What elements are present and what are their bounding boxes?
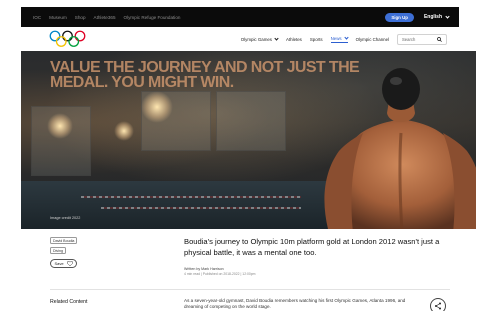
nav-item-athletes[interactable]: Athletes: [286, 37, 302, 42]
hero-image: Value the journey and not just the medal…: [21, 51, 476, 229]
article-headline: Boudia's journey to Olympic 10m platform…: [184, 237, 440, 257]
nav-item-label: Olympic Channel: [355, 36, 389, 42]
utility-links: IOC Museum Shop Athlete365 Olympic Refug…: [33, 15, 385, 20]
chevron-down-icon: [445, 13, 450, 19]
language-selector[interactable]: English: [423, 13, 450, 20]
share-button[interactable]: [430, 298, 446, 311]
tag-diving[interactable]: Diving: [50, 247, 66, 254]
article-meta: 4 min read | Published on 2018-2022 | 12…: [184, 272, 256, 276]
nav-items: Olympic Games Athletes Sports News Olymp…: [240, 33, 447, 45]
article-body: As a seven-year-old gymnast, David Boudi…: [184, 298, 406, 310]
ceiling-light: [141, 91, 173, 123]
nav-item-olympic-channel[interactable]: Olympic Channel: [356, 37, 389, 42]
section-divider: [50, 289, 450, 290]
hero-title: Value the journey and not just the medal…: [50, 59, 360, 91]
nav-item-olympic-games[interactable]: Olympic Games: [240, 35, 279, 42]
search-input[interactable]: Search: [397, 33, 447, 45]
utility-link-ioc[interactable]: IOC: [33, 15, 41, 20]
utility-link-athlete365[interactable]: Athlete365: [94, 15, 116, 20]
lane-rope: [81, 196, 301, 198]
save-label: Save: [54, 261, 64, 266]
ceiling-light: [114, 121, 134, 141]
article-author: Written by Mark Harrison: [184, 267, 224, 271]
related-content-heading: Related Content: [50, 299, 88, 305]
article-tags: David Boudia Diving: [50, 237, 78, 254]
chevron-down-icon: [274, 35, 279, 41]
image-credit: Image credit 2022: [50, 216, 81, 220]
ceiling-light: [47, 113, 73, 139]
share-icon: [435, 302, 441, 310]
heart-icon: [66, 261, 73, 266]
nav-item-label: Athletes: [286, 36, 302, 42]
language-label: English: [423, 14, 442, 20]
tag-david-boudia[interactable]: David Boudia: [50, 237, 78, 244]
window-pane: [216, 91, 286, 151]
main-nav: Olympic Games Athletes Sports News Olymp…: [21, 27, 459, 51]
nav-item-label: Sports: [309, 36, 323, 42]
chevron-down-icon: [343, 34, 349, 40]
utility-link-shop[interactable]: Shop: [75, 15, 86, 20]
lane-rope: [101, 207, 301, 209]
search-icon: [437, 36, 442, 42]
utility-link-museum[interactable]: Museum: [49, 15, 67, 20]
nav-item-label: Olympic Games: [240, 36, 272, 42]
utility-link-refuge-foundation[interactable]: Olympic Refuge Foundation: [124, 15, 181, 20]
olympic-rings-logo[interactable]: [49, 30, 86, 48]
save-button[interactable]: Save: [50, 259, 77, 268]
nav-item-news[interactable]: News: [330, 34, 349, 43]
utility-bar: IOC Museum Shop Athlete365 Olympic Refug…: [21, 7, 459, 27]
signup-button[interactable]: Sign Up: [385, 12, 414, 22]
nav-item-label: News: [330, 35, 342, 41]
search-placeholder: Search: [402, 36, 416, 42]
nav-item-sports[interactable]: Sports: [310, 37, 323, 42]
